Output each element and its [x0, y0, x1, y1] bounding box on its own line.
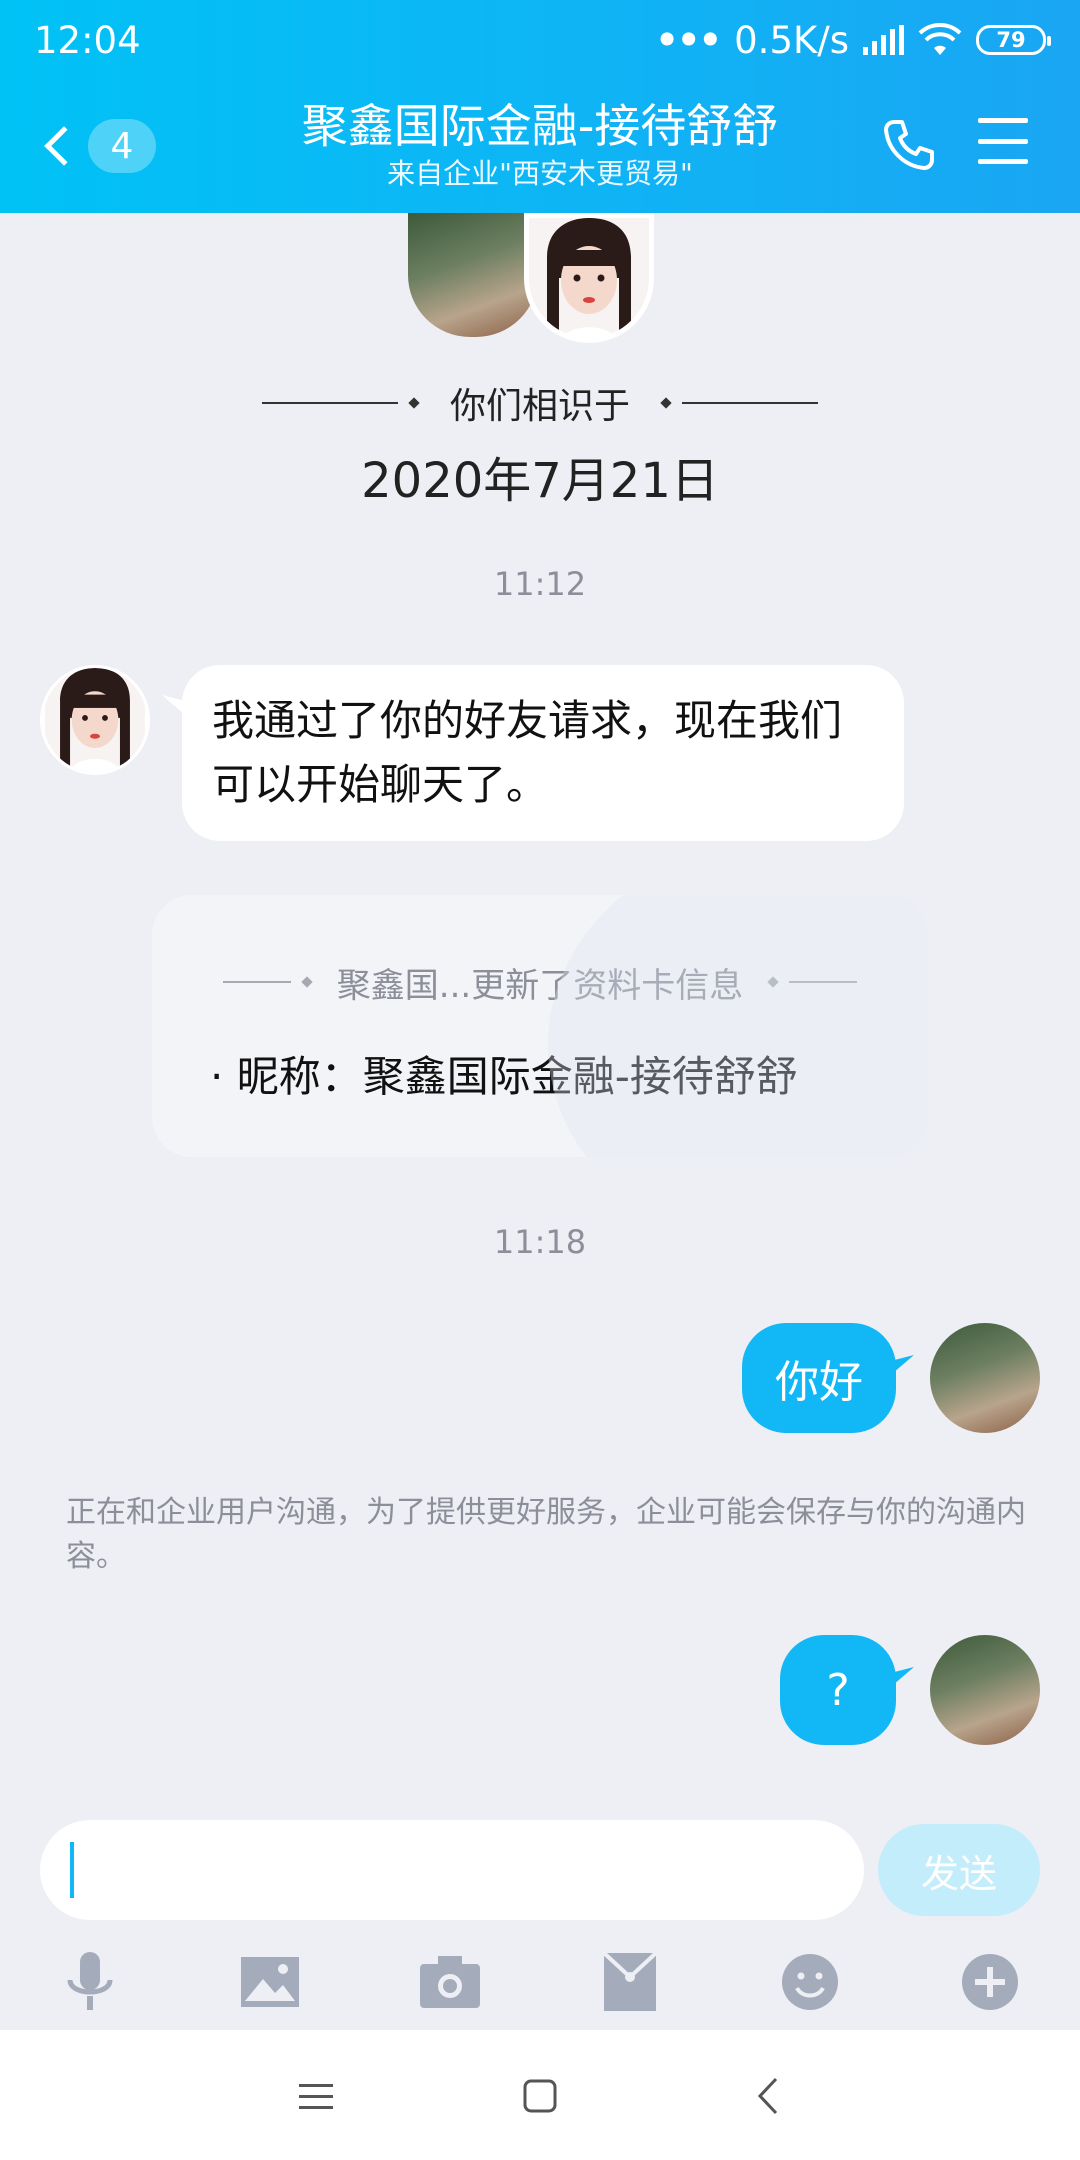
plus-icon[interactable]: [950, 1942, 1030, 2022]
back-icon[interactable]: [738, 2066, 798, 2126]
status-indicators: ••• 0.5K/s 79: [655, 18, 1051, 62]
image-icon[interactable]: [230, 1942, 310, 2022]
enterprise-notice: 正在和企业用户沟通，为了提供更好服务，企业可能会保存与你的沟通内容。: [66, 1495, 1026, 1574]
message-bubble-outgoing[interactable]: 你好: [742, 1323, 896, 1433]
contact-avatar[interactable]: [524, 213, 654, 343]
chevron-left-icon: [44, 126, 84, 166]
phone-icon[interactable]: [880, 116, 938, 174]
network-dots: •••: [655, 18, 722, 62]
card-title: 聚鑫国...更新了资料卡信息: [336, 965, 744, 1006]
page-subtitle: 来自企业"西安木更贸易": [387, 157, 693, 190]
timestamp: 11:18: [493, 1223, 587, 1261]
red-packet-icon[interactable]: [590, 1942, 670, 2022]
status-time: 12:04: [34, 18, 141, 62]
unread-badge: 4: [88, 119, 156, 173]
signal-icon: [863, 25, 904, 55]
text-caret: [70, 1842, 74, 1898]
nav-bar: 4 聚鑫国际金融-接待舒舒 来自企业"西安木更贸易": [0, 88, 1080, 208]
my-avatar[interactable]: [408, 213, 538, 337]
toolbar: [0, 1942, 1080, 2022]
met-divider: 你们相识于: [258, 373, 822, 433]
my-avatar-small[interactable]: [930, 1635, 1040, 1745]
chat-header: 12:04 ••• 0.5K/s 79 4 聚鑫国际金融-接待舒舒 来自企业"西…: [0, 0, 1080, 213]
wifi-icon: [918, 23, 962, 55]
avatars-group: [408, 213, 668, 343]
message-input[interactable]: [40, 1820, 864, 1920]
chat-area[interactable]: 你们相识于 2020年7月21日 11:12 我通过了你的好友请求，现在我们可以…: [0, 213, 1080, 1813]
network-speed: 0.5K/s: [734, 18, 849, 62]
my-avatar-small[interactable]: [930, 1323, 1040, 1433]
system-nav-bar: [0, 2030, 1080, 2160]
page-title: 聚鑫国际金融-接待舒舒: [301, 99, 779, 153]
emoji-icon[interactable]: [770, 1942, 850, 2022]
back-button[interactable]: 4: [40, 116, 160, 176]
battery-level: 79: [996, 28, 1026, 52]
timestamp: 11:12: [493, 565, 587, 603]
portrait-icon: [529, 218, 649, 338]
portrait-icon: [45, 668, 145, 772]
met-date: 2020年7月21日: [361, 453, 719, 509]
input-bar: 发送: [0, 1812, 1080, 2032]
send-button[interactable]: 发送: [878, 1824, 1040, 1916]
card-header: 聚鑫国...更新了资料卡信息: [198, 957, 882, 1007]
message-bubble-incoming[interactable]: 我通过了你的好友请求，现在我们可以开始聊天了。: [182, 665, 904, 841]
card-body: · 昵称：聚鑫国际金融-接待舒舒: [210, 1052, 798, 1101]
menu-icon[interactable]: [286, 2066, 346, 2126]
status-bar: 12:04 ••• 0.5K/s 79: [0, 0, 1080, 80]
message-bubble-outgoing[interactable]: ?: [780, 1635, 896, 1745]
camera-icon[interactable]: [410, 1942, 490, 2022]
battery-icon: 79: [976, 25, 1051, 55]
microphone-icon[interactable]: [50, 1942, 130, 2022]
profile-update-card: 聚鑫国...更新了资料卡信息 · 昵称：聚鑫国际金融-接待舒舒: [152, 895, 928, 1157]
met-label: 你们相识于: [449, 386, 630, 427]
contact-avatar-small[interactable]: [40, 665, 150, 775]
menu-button[interactable]: [978, 118, 1028, 164]
home-icon[interactable]: [510, 2066, 570, 2126]
title-block: 聚鑫国际金融-接待舒舒 来自企业"西安木更贸易": [240, 96, 840, 192]
